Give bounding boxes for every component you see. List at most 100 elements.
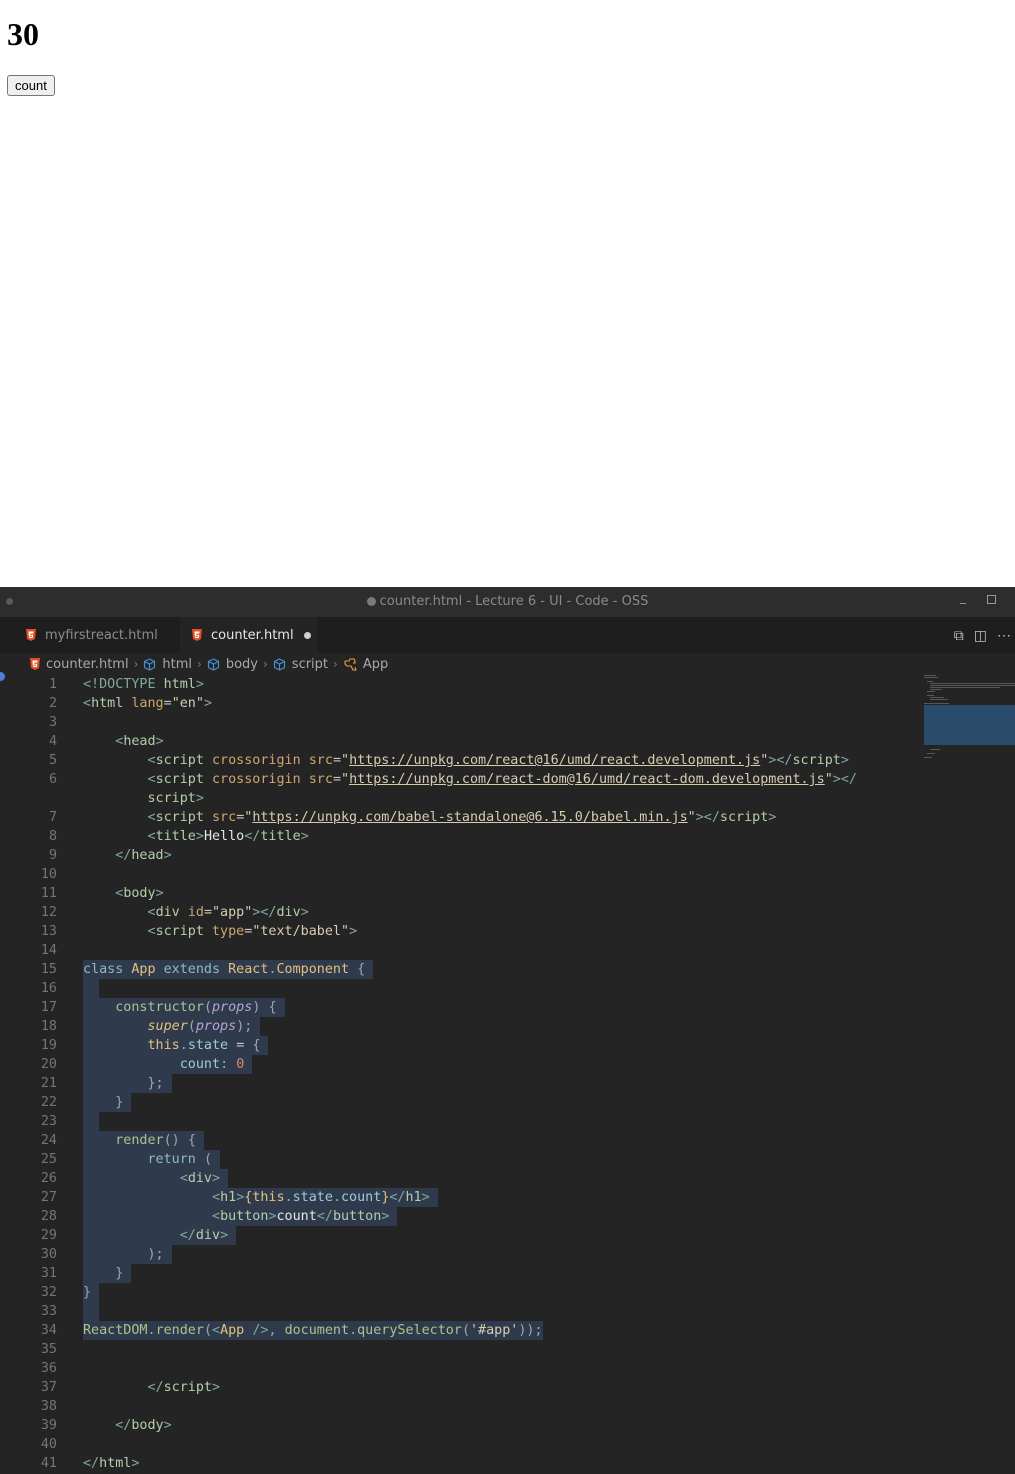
count-button[interactable]: count: [7, 75, 55, 96]
line-number: 32: [40, 1285, 57, 1300]
line-number: 14: [40, 943, 57, 958]
line-number: 25: [40, 1152, 57, 1167]
count-heading: 30: [7, 16, 39, 52]
code-line: <div>: [83, 1169, 229, 1188]
code-line: }: [83, 1093, 132, 1112]
line-number: 19: [40, 1038, 57, 1053]
line-number: 2: [48, 696, 57, 711]
more-actions-icon[interactable]: ⋯: [997, 627, 1011, 644]
line-number: 8: [48, 829, 57, 844]
minimap-viewport[interactable]: [924, 705, 1015, 745]
line-number: 38: [40, 1399, 57, 1414]
code-line: super(props);: [83, 1017, 261, 1036]
line-number: 3: [48, 715, 57, 730]
tab-label: counter.html: [211, 627, 294, 643]
line-number: 31: [40, 1266, 57, 1281]
line-number: 36: [40, 1361, 57, 1376]
code-line: <script type="text/babel">: [147, 924, 358, 939]
line-number: 20: [40, 1057, 57, 1072]
tab-myfirstreact[interactable]: myfirstreact.html: [14, 617, 178, 653]
chevron-right-icon: ›: [333, 657, 338, 671]
html5-icon: [26, 629, 36, 641]
split-editor-icon[interactable]: ◫: [974, 627, 987, 644]
code-line: </head>: [115, 848, 172, 863]
unsaved-dot-icon: [366, 597, 376, 606]
cube-icon: [273, 657, 286, 671]
title-bar: counter.html - Lecture 6 - UI - Code - O…: [0, 587, 1015, 617]
line-number: 30: [40, 1247, 57, 1262]
line-number: 18: [40, 1019, 57, 1034]
line-number: 29: [40, 1228, 57, 1243]
code-line: }: [83, 1264, 132, 1283]
line-number: 33: [40, 1304, 57, 1319]
chevron-right-icon: ›: [133, 657, 139, 671]
line-number: 17: [40, 1000, 57, 1015]
code-line: [83, 979, 100, 998]
code-line: };: [83, 1074, 172, 1093]
code-line: return (: [83, 1150, 221, 1169]
line-number: 37: [40, 1380, 57, 1395]
browser-preview: 30 count: [0, 0, 1015, 587]
line-number: 21: [40, 1076, 57, 1091]
code-line: [83, 1302, 100, 1321]
line-number: 41: [40, 1456, 57, 1471]
line-number: 16: [40, 981, 57, 996]
html5-icon: [192, 629, 202, 641]
line-number: 13: [40, 924, 57, 939]
code-line: </html>: [83, 1456, 140, 1471]
code-line: count: 0: [83, 1055, 253, 1074]
class-icon: [343, 657, 357, 671]
code-line: }: [83, 1283, 100, 1302]
modified-dot-icon[interactable]: [303, 631, 311, 639]
code-line: </body>: [115, 1418, 172, 1433]
code-line: constructor(props) {: [83, 998, 285, 1017]
chevron-right-icon: ›: [197, 657, 202, 671]
line-number: 24: [40, 1133, 57, 1148]
line-number: 10: [40, 867, 57, 882]
line-number: 11: [40, 886, 57, 901]
line-number: 6: [48, 772, 57, 787]
line-number: 15: [40, 962, 57, 977]
code-line: [83, 1112, 100, 1131]
line-number: 28: [40, 1209, 57, 1224]
open-preview-icon[interactable]: ⧉: [954, 627, 964, 644]
code-area[interactable]: 1 <!DOCTYPE html> 2 <html lang="en"> 3 4 <…: [0, 675, 920, 1473]
code-line: <button>count</button>: [83, 1207, 398, 1226]
code-line: <script crossorigin src="https://unpkg.c…: [147, 753, 849, 768]
line-number: 23: [40, 1114, 57, 1129]
code-line: <script src="https://unpkg.com/babel-sta…: [147, 810, 777, 825]
cube-icon: [143, 657, 156, 671]
maximize-button[interactable]: [987, 595, 996, 604]
line-number: 39: [40, 1418, 57, 1433]
minimize-button[interactable]: _: [960, 590, 966, 604]
breadcrumb-script[interactable]: script: [292, 657, 328, 672]
chevron-right-icon: ›: [262, 657, 268, 671]
code-line: ReactDOM.render(<App />, document.queryS…: [83, 1321, 543, 1340]
code-line: </script>: [147, 1380, 221, 1395]
code-line: <html lang="en">: [83, 696, 212, 711]
line-number: 12: [40, 905, 57, 920]
code-line: <div id="app"></div>: [147, 905, 309, 920]
window-title: counter.html - Lecture 6 - UI - Code - O…: [379, 594, 649, 609]
code-line: <!DOCTYPE html>: [83, 677, 204, 692]
tab-counter[interactable]: counter.html: [180, 617, 319, 653]
line-number: 1: [48, 677, 57, 692]
code-line: <body>: [115, 886, 164, 901]
tab-bar: myfirstreact.html counter.html ⧉ ◫ ⋯: [0, 617, 1015, 681]
line-number: 34: [40, 1323, 57, 1338]
tab-label: myfirstreact.html: [45, 627, 158, 643]
breadcrumb-html[interactable]: html: [162, 657, 192, 672]
breadcrumb-body[interactable]: body: [226, 657, 258, 672]
line-number: 26: [40, 1171, 57, 1186]
code-line: class App extends React.Component {: [83, 960, 374, 979]
code-line: <script crossorigin src="https://unpkg.c…: [147, 772, 857, 787]
line-number: 27: [40, 1190, 57, 1205]
html5-icon: [30, 658, 40, 670]
code-line: <head>: [115, 734, 164, 749]
minimap[interactable]: [924, 673, 1015, 793]
code-line: </div>: [83, 1226, 237, 1245]
breadcrumb-app[interactable]: App: [363, 657, 388, 672]
code-line: this.state = {: [83, 1036, 269, 1055]
breadcrumb: counter.html › html › body › script › Ap…: [30, 653, 388, 675]
breadcrumb-file[interactable]: counter.html: [46, 657, 129, 672]
